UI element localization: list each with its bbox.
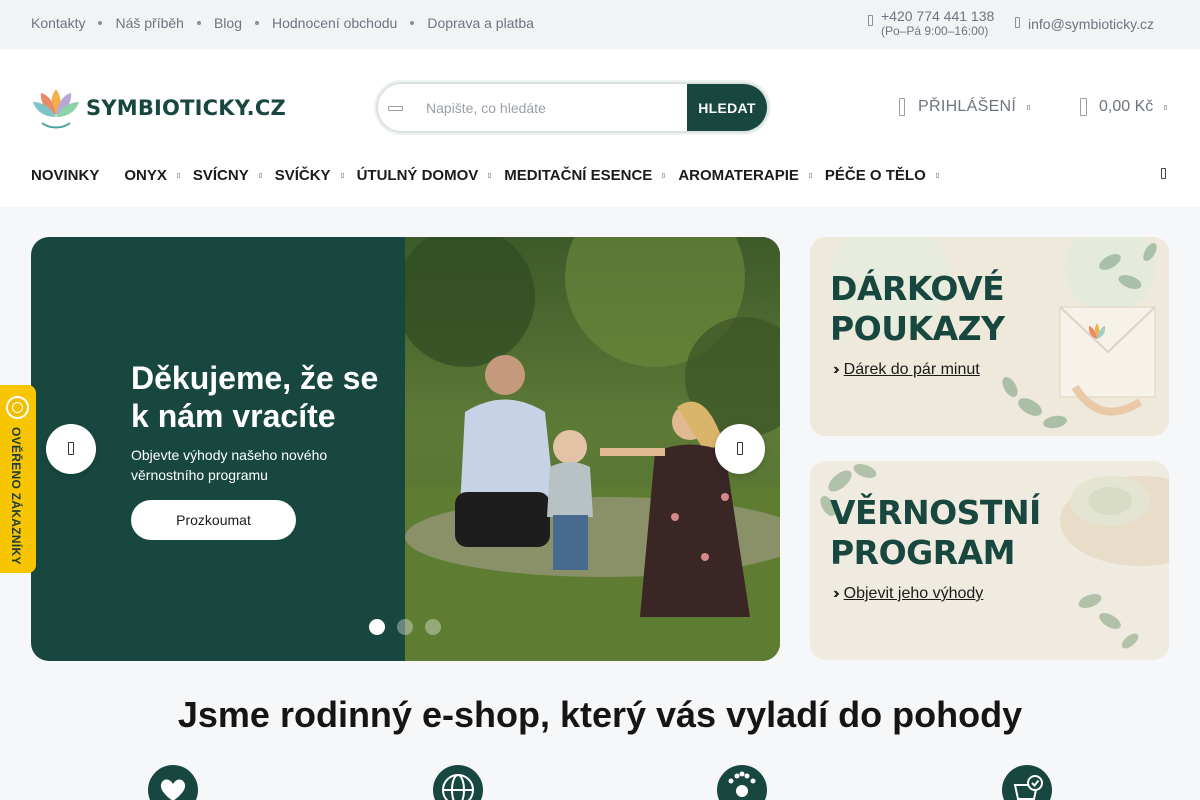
nav-item-label: PÉČE O TĚLO	[824, 167, 926, 184]
verified-by-customers-badge[interactable]: OVĚŘENO ZÁKAZNÍKY	[0, 385, 36, 573]
search-input[interactable]	[426, 84, 686, 131]
search-bar: HLEDAT	[376, 82, 769, 133]
nav-item-label: AROMATERAPIE	[678, 167, 799, 184]
login-label: PŘIHLÁŠENÍ	[918, 98, 1017, 115]
chevron-down-icon	[176, 173, 180, 178]
section-title: Jsme rodinný e-shop, který vás vyladí do…	[177, 694, 1023, 735]
promo-link[interactable]: ›› Dárek do pár minut	[833, 361, 980, 379]
email-contact[interactable]: info@symbioticky.cz	[1015, 16, 1154, 32]
top-links: Kontakty Náš příběh Blog Hodnocení obcho…	[31, 15, 534, 31]
nav-item-label: NOVINKY	[31, 167, 100, 184]
slider-dot[interactable]	[397, 619, 413, 635]
verified-seal-icon	[6, 396, 29, 419]
chevron-down-icon	[808, 173, 812, 178]
slider-prev-button[interactable]	[46, 424, 96, 474]
double-chevron-right-icon: ››	[833, 361, 839, 378]
promo-title: VĚRNOSTNÍ PROGRAM	[830, 493, 1041, 573]
email-address: info@symbioticky.cz	[1028, 16, 1154, 32]
promo-title-line: POUKAZY	[830, 309, 1005, 348]
promo-title-line: VĚRNOSTNÍ	[830, 493, 1041, 532]
promo-link-text: Objevit jeho výhody	[843, 585, 984, 602]
nav-item-utulny-domov[interactable]: ÚTULNÝ DOMOV	[356, 167, 492, 184]
slider-dot[interactable]	[425, 619, 441, 635]
lotus-logo-icon	[33, 89, 79, 129]
nav-item-label: ÚTULNÝ DOMOV	[356, 167, 479, 184]
more-menu-icon[interactable]	[1161, 168, 1166, 179]
arrow-left-icon	[68, 442, 74, 455]
nav-item-svicky[interactable]: SVÍČKY	[274, 167, 344, 184]
search-icon	[388, 106, 403, 111]
top-link-story[interactable]: Náš příběh	[115, 15, 183, 31]
search-button[interactable]: HLEDAT	[687, 84, 767, 131]
separator-dot	[98, 21, 103, 25]
nav-item-svicny[interactable]: SVÍCNY	[192, 167, 262, 184]
nav-item-pece-o-telo[interactable]: PÉČE O TĚLO	[824, 167, 939, 184]
top-link-shipping[interactable]: Doprava a platba	[427, 15, 534, 31]
top-link-blog[interactable]: Blog	[214, 15, 242, 31]
nav-item-label: MEDITAČNÍ ESENCE	[504, 167, 653, 184]
mail-icon	[1015, 17, 1020, 28]
hero-subtitle: Objevte výhody našeho nového věrnostního…	[131, 447, 328, 483]
slider-next-button[interactable]	[715, 424, 765, 474]
site-logo[interactable]: SYMBIOTICKY.CZ	[32, 85, 286, 131]
nav-item-label: SVÍCNY	[192, 167, 249, 184]
phone-contact[interactable]: +420 774 441 138 (Po–Pá 9:00–16:00)	[868, 9, 994, 39]
separator-dot	[196, 21, 201, 25]
slider-dots	[369, 619, 453, 635]
promo-title-line: PROGRAM	[830, 533, 1016, 572]
badge-text: OVĚŘENO ZÁKAZNÍKY	[9, 427, 23, 565]
phone-icon	[868, 15, 873, 26]
gift-voucher-banner[interactable]: DÁRKOVÉ POUKAZY ›› Dárek do pár minut	[810, 237, 1169, 436]
login-button[interactable]: PŘIHLÁŠENÍ	[899, 98, 1031, 116]
user-icon	[899, 98, 905, 116]
rating-stars-icon	[717, 765, 767, 800]
chevron-down-icon	[340, 173, 344, 178]
slider-dot[interactable]	[369, 619, 385, 635]
chevron-down-icon	[935, 173, 939, 178]
top-link-contacts[interactable]: Kontakty	[31, 15, 85, 31]
chevron-down-icon	[1027, 104, 1031, 110]
separator-dot	[410, 21, 415, 25]
top-utility-bar: Kontakty Náš příběh Blog Hodnocení obcho…	[0, 0, 1200, 49]
nav-item-meditacni-esence[interactable]: MEDITAČNÍ ESENCE	[504, 167, 666, 184]
nav-item-aromaterapie[interactable]: AROMATERAPIE	[678, 167, 812, 184]
arrow-right-icon	[737, 442, 743, 455]
nav-item-novinky[interactable]: NOVINKY	[31, 167, 99, 184]
chevron-down-icon	[488, 173, 492, 178]
hero-title: Děkujeme, že se k nám vracíte	[131, 360, 379, 434]
nav-item-label: SVÍČKY	[274, 167, 331, 184]
top-link-reviews[interactable]: Hodnocení obchodu	[272, 15, 397, 31]
double-chevron-right-icon: ››	[833, 585, 839, 602]
main-navigation: NOVINKY ONYX SVÍCNY SVÍČKY ÚTULNÝ DOMOV …	[31, 167, 952, 184]
heart-icon	[148, 765, 198, 800]
basket-check-icon	[1002, 765, 1052, 800]
nav-item-label: ONYX	[124, 167, 167, 184]
nav-item-onyx[interactable]: ONYX	[124, 167, 180, 184]
separator-dot	[255, 21, 259, 25]
chevron-down-icon	[258, 173, 262, 178]
cart-total: 0,00 Kč	[1099, 98, 1154, 115]
phone-number: +420 774 441 138	[881, 8, 995, 24]
promo-link-text: Dárek do pár minut	[843, 361, 980, 378]
chevron-down-icon	[662, 173, 666, 178]
promo-title-line: DÁRKOVÉ	[830, 269, 1005, 308]
cart-button[interactable]: 0,00 Kč	[1080, 98, 1168, 116]
logo-text: SYMBIOTICKY.CZ	[86, 96, 286, 120]
chevron-down-icon	[1164, 104, 1168, 110]
cart-icon	[1080, 98, 1087, 116]
globe-icon	[433, 765, 483, 800]
hero-slider: Děkujeme, že se k nám vracíte Objevte vý…	[31, 237, 780, 661]
explore-button[interactable]: Prozkoumat	[131, 500, 296, 540]
promo-link[interactable]: ›› Objevit jeho výhody	[833, 585, 983, 603]
promo-title: DÁRKOVÉ POUKAZY	[830, 269, 1005, 349]
loyalty-program-banner[interactable]: VĚRNOSTNÍ PROGRAM ›› Objevit jeho výhody	[810, 461, 1169, 660]
site-header: SYMBIOTICKY.CZ HLEDAT PŘIHLÁŠENÍ 0,00 Kč…	[0, 49, 1200, 207]
opening-hours: (Po–Pá 9:00–16:00)	[881, 24, 989, 38]
